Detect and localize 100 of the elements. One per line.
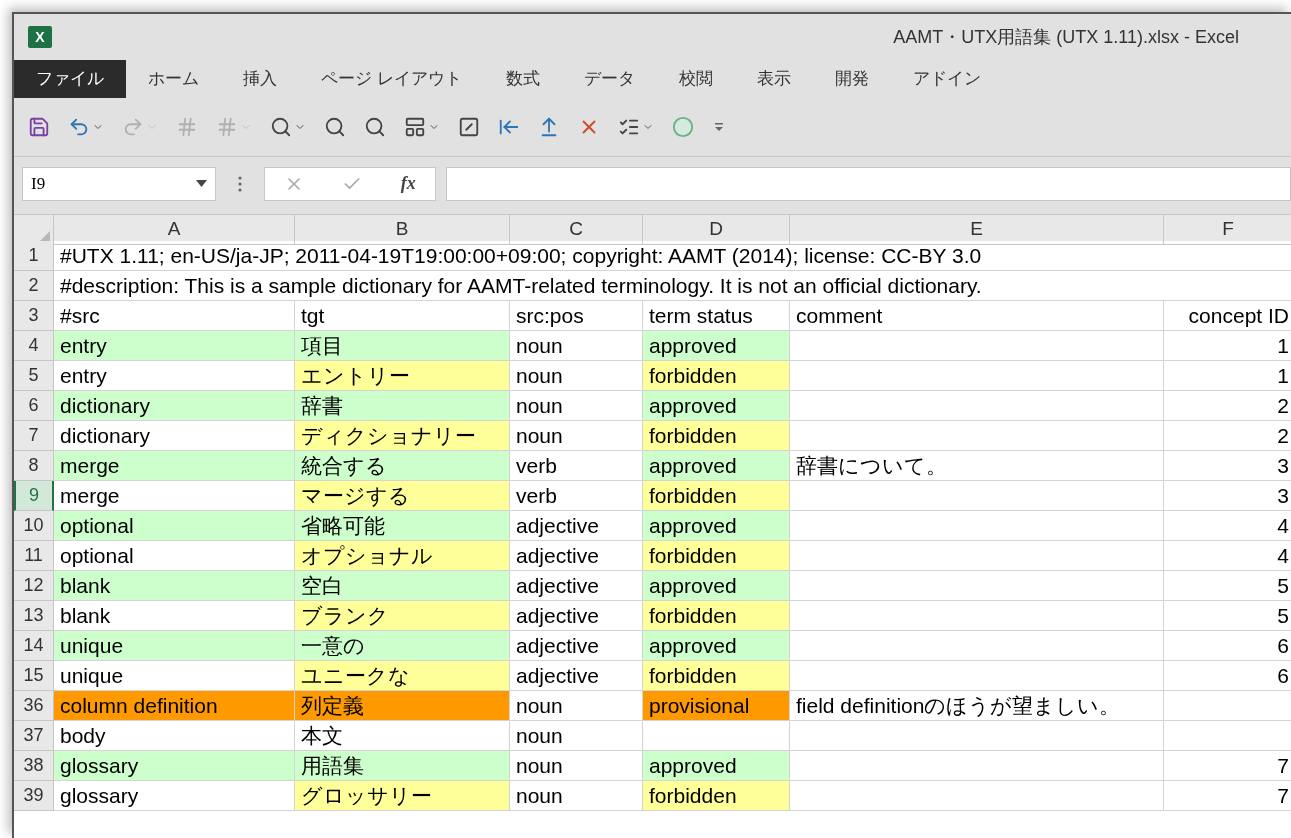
row-header[interactable]: 6 <box>14 391 54 421</box>
sheet-cell: forbidden <box>643 781 790 811</box>
row-header[interactable]: 11 <box>14 541 54 571</box>
row-header[interactable]: 9 <box>14 481 54 511</box>
window-title: AAMT・UTX用語集 (UTX 1.11).xlsx - Excel <box>893 25 1239 49</box>
sheet-cell: forbidden <box>643 661 790 691</box>
sheet-cell: 1 <box>1164 331 1291 361</box>
sheet-cell: merge <box>54 451 295 481</box>
row-header[interactable]: 15 <box>14 661 54 691</box>
sheet-cell: blank <box>54 571 295 601</box>
sheet-cell: 7 <box>1164 751 1291 781</box>
column-header[interactable]: F <box>1164 215 1291 245</box>
sheet-cell: concept ID <box>1164 301 1291 331</box>
sheet-cell: approved <box>643 331 790 361</box>
sheet-cell: entry <box>54 331 295 361</box>
sheet-cell: 7 <box>1164 781 1291 811</box>
insert-function-button[interactable]: fx <box>400 170 416 197</box>
ribbon-tab[interactable]: アドイン <box>890 60 1003 98</box>
row-header[interactable]: 39 <box>14 781 54 811</box>
name-box[interactable]: I9 <box>22 166 216 201</box>
ribbon-tab[interactable]: 開発 <box>812 60 891 98</box>
column-header[interactable]: D <box>643 215 790 245</box>
ribbon-tab[interactable]: 挿入 <box>221 60 299 98</box>
sheet-cell: glossary <box>54 781 295 811</box>
sheet-cell: column definition <box>54 691 295 721</box>
sheet-cell: 辞書 <box>295 391 510 421</box>
row-header[interactable]: 8 <box>14 451 54 481</box>
row-header[interactable]: 14 <box>14 631 54 661</box>
sheet-cell: forbidden <box>643 601 790 631</box>
row-header[interactable]: 2 <box>14 271 54 301</box>
formula-input[interactable] <box>446 166 1291 201</box>
sheet-cell: ディクショナリー <box>295 421 510 451</box>
sheet-cell: 4 <box>1164 511 1291 541</box>
sheet-cell: ユニークな <box>295 661 510 691</box>
column-header[interactable]: E <box>790 215 1164 245</box>
logo-letter: X <box>35 30 45 44</box>
sheet-cell: approved <box>643 451 790 481</box>
sheet-cell: forbidden <box>643 421 790 451</box>
row-header[interactable]: 12 <box>14 571 54 601</box>
sheet-cell: 一意の <box>295 631 510 661</box>
sheet-cell: 2 <box>1164 421 1291 451</box>
sheet-cell: 項目 <box>295 331 510 361</box>
ribbon-tab[interactable]: 表示 <box>734 60 813 98</box>
ribbon-tab[interactable]: ファイル <box>14 60 126 98</box>
column-header[interactable]: B <box>295 215 510 245</box>
sheet-cell: オプショナル <box>295 541 510 571</box>
row-header[interactable]: 36 <box>14 691 54 721</box>
sheet-cell: 辞書について。 <box>790 451 1164 481</box>
row-header[interactable]: 13 <box>14 601 54 631</box>
sheet-cell: comment <box>790 301 1164 331</box>
row-header[interactable]: 5 <box>14 361 54 391</box>
sheet-cell: 4 <box>1164 541 1291 571</box>
sheet-cell: 6 <box>1164 661 1291 691</box>
sheet-cell: マージする <box>295 481 510 511</box>
ribbon-tab[interactable]: データ <box>561 60 657 98</box>
sheet-cell: noun <box>510 721 643 751</box>
ribbon-tab[interactable]: ホーム <box>126 60 221 98</box>
sheet-cell: approved <box>643 391 790 421</box>
row-header[interactable]: 38 <box>14 751 54 781</box>
sheet-cell: 列定義 <box>295 691 510 721</box>
row-header[interactable]: 7 <box>14 421 54 451</box>
ribbon-tab[interactable]: ページ レイアウト <box>299 60 484 98</box>
sheet-cell: forbidden <box>643 541 790 571</box>
sheet-cell: unique <box>54 631 295 661</box>
sheet-cell: approved <box>643 511 790 541</box>
row-header[interactable]: 1 <box>14 241 54 271</box>
sheet-cell: provisional <box>643 691 790 721</box>
sheet-cell: glossary <box>54 751 295 781</box>
sheet-cell: 3 <box>1164 481 1291 511</box>
sheet-cell: エントリー <box>295 361 510 391</box>
sheet-cell: 2 <box>1164 391 1291 421</box>
corner-triangle-icon <box>40 230 50 241</box>
row-header[interactable]: 10 <box>14 511 54 541</box>
sheet-cell: #description: This is a sample dictionary for AAMT-related terminology. It is not an official dictionary. <box>54 271 1291 301</box>
sheet-cell: 3 <box>1164 451 1291 481</box>
sheet-cell: 6 <box>1164 631 1291 661</box>
row-header[interactable]: 3 <box>14 301 54 331</box>
sheet-cell: ブランク <box>295 601 510 631</box>
sheet-cell: 1 <box>1164 361 1291 391</box>
sheet-cell: field definitionのほうが望ましい。 <box>790 691 1164 721</box>
column-header[interactable]: C <box>510 215 643 245</box>
column-header[interactable]: A <box>54 215 295 245</box>
sheet-cell: optional <box>54 511 295 541</box>
sheet-cell: forbidden <box>643 361 790 391</box>
sheet-cell: 用語集 <box>295 751 510 781</box>
dropdown-icon <box>196 180 207 187</box>
cell-reference: I9 <box>31 172 46 195</box>
ribbon-tab[interactable]: 数式 <box>483 60 562 98</box>
sheet-cell: グロッサリー <box>295 781 510 811</box>
sheet-cell: approved <box>643 571 790 601</box>
sheet-cell: approved <box>643 751 790 781</box>
ribbon-tab[interactable]: 校閲 <box>656 60 735 98</box>
more-icon <box>238 175 242 192</box>
row-header[interactable]: 37 <box>14 721 54 751</box>
sheet-cell: 空白 <box>295 571 510 601</box>
sheet-cell: forbidden <box>643 481 790 511</box>
sheet-cell: approved <box>643 631 790 661</box>
sheet-cell: src:pos <box>510 301 643 331</box>
row-header[interactable]: 4 <box>14 331 54 361</box>
sheet-cell: 5 <box>1164 571 1291 601</box>
